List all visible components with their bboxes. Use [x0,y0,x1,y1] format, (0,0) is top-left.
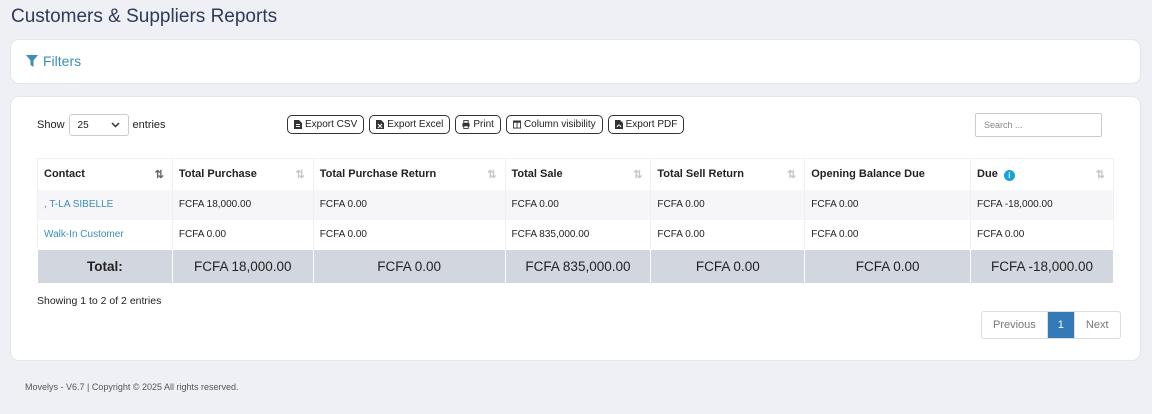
table-cell: FCFA 0.00 [171,219,314,250]
footer-copyright: Movelys - V6.7 | Copyright © 2025 All ri… [25,382,239,392]
search-placeholder: Search ... [984,120,1023,130]
table-cell: FCFA 18,000.00 [171,189,314,220]
column-header-contact[interactable]: Contact ⇅ [37,158,173,190]
export-pdf-button[interactable]: Export PDF [607,115,685,134]
file-csv-icon [294,120,302,129]
entries-length-select[interactable]: 25 [68,114,129,136]
column-visibility-button[interactable]: Column visibility [505,115,603,134]
table-cell: FCFA 0.00 [650,189,806,220]
table-row: , T-LA SIBELLE FCFA 18,000.00 FCFA 0.00 … [37,189,1114,220]
sort-icon: ⇅ [487,169,497,181]
table-cell: FCFA 0.00 [504,189,652,220]
table-cell: FCFA -18,000.00 [970,189,1114,220]
total-cell: FCFA -18,000.00 [970,249,1114,283]
export-csv-button[interactable]: Export CSV [287,115,365,134]
info-icon[interactable]: i [1003,169,1015,181]
total-cell: FCFA 18,000.00 [171,249,314,283]
filters-toggle[interactable]: Filters [26,53,81,69]
total-cell: FCFA 0.00 [312,249,506,283]
table-cell: FCFA 0.00 [804,189,972,220]
report-table: Contact ⇅ Total Purchase ⇅ Total Purchase … [37,158,1114,283]
column-header-total-sell-return[interactable]: Total Sell Return ⇅ [650,158,806,190]
filters-card: Filters [10,39,1141,84]
filter-icon [26,54,38,67]
page-title: Customers & Suppliers Reports [11,6,278,27]
column-header-total-purchase-return[interactable]: Total Purchase Return ⇅ [312,158,506,190]
table-cell: FCFA 0.00 [312,189,506,220]
print-icon [462,120,470,129]
sort-icon: ⇅ [633,169,643,181]
contact-link[interactable]: , T-LA SIBELLE [37,189,173,220]
filters-label: Filters [43,53,82,69]
export-excel-button[interactable]: Export Excel [369,115,451,134]
next-page-button[interactable]: Next [1075,312,1120,338]
columns-icon [512,120,521,129]
sort-icon: ⇅ [295,169,305,181]
table-row: Walk-In Customer FCFA 0.00 FCFA 0.00 FCF… [37,219,1114,250]
table-info: Showing 1 to 2 of 2 entries [37,295,162,307]
entries-length-value: 25 [77,119,89,131]
entries-label: entries [132,119,166,131]
table-cell: FCFA 835,000.00 [504,219,652,250]
table-cell: FCFA 0.00 [970,219,1114,250]
column-header-total-sale[interactable]: Total Sale ⇅ [504,158,652,190]
table-header-row: Contact ⇅ Total Purchase ⇅ Total Purchase … [37,158,1114,190]
export-buttons: Export CSV Export Excel Print Column vis… [287,115,685,134]
sort-icon: ⇅ [1095,169,1105,181]
column-header-opening-balance-due[interactable]: Opening Balance Due [804,158,972,190]
page-button-current[interactable]: 1 [1047,312,1075,338]
total-cell: FCFA 0.00 [650,249,806,283]
totals-row: Total: FCFA 18,000.00 FCFA 0.00 FCFA 835… [37,249,1114,283]
totals-label: Total: [37,249,173,283]
print-button[interactable]: Print [455,115,501,134]
sort-active-icon: ⇅ [154,169,164,181]
file-pdf-icon [614,120,623,129]
chevron-down-icon [111,122,120,128]
column-header-due[interactable]: Due i ⇅ [970,158,1114,190]
table-cell: FCFA 0.00 [650,219,806,250]
total-cell: FCFA 0.00 [804,249,972,283]
pagination: Previous 1 Next [981,311,1121,339]
column-header-total-purchase[interactable]: Total Purchase ⇅ [171,158,314,190]
entries-length-control: Show 25 entries [37,114,166,136]
search-input[interactable]: Search ... [975,113,1102,137]
total-cell: FCFA 835,000.00 [504,249,652,283]
contact-link[interactable]: Walk-In Customer [37,219,173,250]
show-label: Show [37,119,65,131]
previous-page-button[interactable]: Previous [982,312,1048,338]
table-cell: FCFA 0.00 [312,219,506,250]
table-cell: FCFA 0.00 [804,219,972,250]
report-card: Show 25 entries Export CSV Export Excel … [10,96,1141,361]
file-excel-icon [376,120,385,129]
sort-icon: ⇅ [787,169,797,181]
